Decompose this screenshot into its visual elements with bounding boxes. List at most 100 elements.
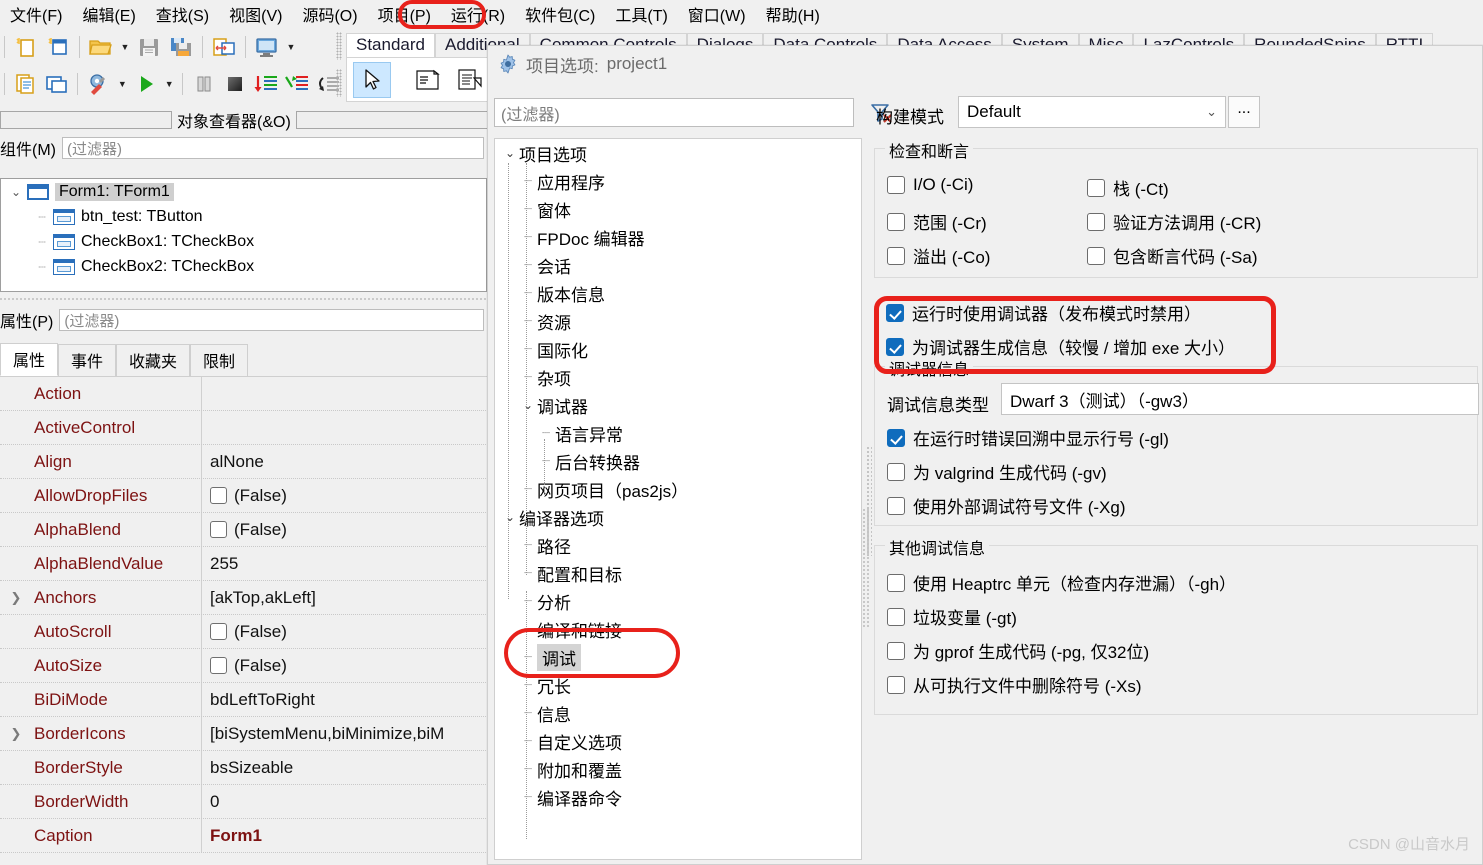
options-tree-item-config-and-target[interactable]: ┈ 配置和目标 <box>495 559 861 587</box>
checkbox[interactable] <box>887 246 905 265</box>
property-value[interactable]: (False) <box>202 656 490 676</box>
properties-filter-input[interactable]: (过滤器) <box>59 309 484 331</box>
components-filter-input[interactable]: (过滤器) <box>62 137 484 159</box>
chevron-down-icon[interactable]: ⌄ <box>1206 104 1217 120</box>
checkbox[interactable] <box>887 176 905 194</box>
checkbox[interactable] <box>887 462 905 481</box>
check-strip-symbols[interactable]: 从可执行文件中删除符号 (-Xs) <box>887 672 1142 697</box>
run-dropdown-icon[interactable]: ▼ <box>162 70 176 98</box>
view-forms-icon[interactable] <box>11 69 40 99</box>
checkbox[interactable] <box>887 428 905 447</box>
menu-item-package[interactable]: 软件包(C) <box>515 0 605 28</box>
menu-item-edit[interactable]: 编辑(E) <box>72 0 145 28</box>
pointer-icon[interactable] <box>353 62 391 98</box>
table-row[interactable]: Align alNone <box>0 445 490 479</box>
table-row[interactable]: AllowDropFiles (False) <box>0 479 490 513</box>
menu-item-window[interactable]: 窗口(W) <box>678 0 756 28</box>
options-tree-item-web-project[interactable]: ┈ 网页项目（pas2js） <box>495 475 861 503</box>
palette-tab-standard[interactable]: Standard <box>346 33 435 58</box>
checkbox[interactable] <box>887 496 905 515</box>
menu-item-search[interactable]: 查找(S) <box>146 0 219 28</box>
open-file-icon[interactable] <box>86 32 116 62</box>
options-tree-item-paths[interactable]: ┈ 路径 <box>495 531 861 559</box>
dialog-filter-input[interactable]: (过滤器) <box>494 98 854 127</box>
component-tree-item-checkbox2[interactable]: ┈ CheckBox2: TCheckBox <box>1 254 486 279</box>
options-tree-item-resources[interactable]: ┈ 资源 <box>495 307 861 335</box>
view-units-dropdown-icon[interactable]: ▼ <box>284 33 298 61</box>
checkbox[interactable] <box>887 641 905 660</box>
check-heaptrc[interactable]: 使用 Heaptrc 单元（检查内存泄漏）（-gh） <box>887 570 1236 595</box>
save-icon[interactable] <box>134 32 164 62</box>
checkbox[interactable] <box>887 675 905 694</box>
build-mode-more-button[interactable]: ... <box>1228 96 1260 128</box>
tpopupmenu-icon[interactable] <box>451 62 489 98</box>
pause-icon[interactable] <box>189 69 218 99</box>
options-tree-item-parsing[interactable]: ┈ 分析 <box>495 587 861 615</box>
options-tree-item-i18n[interactable]: ┈ 国际化 <box>495 335 861 363</box>
check-stack[interactable]: 栈 (-Ct) <box>1087 175 1169 200</box>
property-value[interactable]: 0 <box>202 792 490 812</box>
property-value[interactable]: bdLeftToRight <box>202 690 490 710</box>
options-tree-item-verbosity[interactable]: ┈ 冗长 <box>495 671 861 699</box>
property-checkbox[interactable] <box>210 487 227 504</box>
options-tree-item-debugging[interactable]: ┈ 调试 <box>495 643 861 671</box>
new-unit-icon[interactable] <box>11 32 41 62</box>
tmainmenu-icon[interactable] <box>409 62 447 98</box>
options-tree-item-compiler-commands[interactable]: ┈ 编译器命令 <box>495 783 861 811</box>
check-overflow[interactable]: 溢出 (-Co) <box>887 243 990 268</box>
options-tree-item-project-options[interactable]: ⌄ 项目选项 <box>495 139 861 167</box>
checkbox[interactable] <box>1087 212 1105 231</box>
options-tree-item-backend-converter[interactable]: ┈ 后台转换器 <box>495 447 861 475</box>
component-tree-item-form1[interactable]: ⌄ Form1: TForm1 <box>1 179 486 204</box>
check-use-debugger-at-runtime[interactable]: 运行时使用调试器（发布模式时禁用） <box>886 300 1201 325</box>
options-tree-item-custom-options[interactable]: ┈ 自定义选项 <box>495 727 861 755</box>
table-row[interactable]: BorderWidth 0 <box>0 785 490 819</box>
options-tree-item-application[interactable]: ┈ 应用程序 <box>495 167 861 195</box>
table-row[interactable]: Action <box>0 377 490 411</box>
save-all-icon[interactable] <box>166 32 196 62</box>
run-icon[interactable] <box>131 69 160 99</box>
table-row[interactable]: BorderStyle bsSizeable <box>0 751 490 785</box>
check-io[interactable]: I/O (-Ci) <box>887 175 973 195</box>
table-row[interactable]: ActiveControl <box>0 411 490 445</box>
check-show-line-numbers[interactable]: 在运行时错误回溯中显示行号 (-gl) <box>887 425 1169 450</box>
property-value[interactable]: (False) <box>202 520 490 540</box>
options-tree-item-fpdoc-editor[interactable]: ┈ FPDoc 编辑器 <box>495 223 861 251</box>
tab-favorites[interactable]: 收藏夹 <box>116 344 191 376</box>
toolbar-grip-2[interactable] <box>336 69 342 97</box>
property-value[interactable]: [biSystemMenu,biMinimize,biM <box>202 724 490 744</box>
view-units-icon[interactable] <box>252 32 282 62</box>
chevron-down-icon[interactable]: ⌄ <box>5 185 27 199</box>
table-row[interactable]: ❯ Anchors [akTop,akLeft] <box>0 581 490 615</box>
options-tree-item-compiler-options[interactable]: ⌄ 编译器选项 <box>495 503 861 531</box>
options-tree-item-debugger[interactable]: ⌄ 调试器 <box>495 391 861 419</box>
property-value[interactable]: Form1 <box>202 826 490 846</box>
options-tree-item-compilation-and-linking[interactable]: ┈ 编译和链接 <box>495 615 861 643</box>
row-expander-chevron-right-icon[interactable]: ❯ <box>0 726 32 742</box>
table-row[interactable]: AutoScroll (False) <box>0 615 490 649</box>
pane-scroll-grip[interactable] <box>862 508 869 628</box>
check-include-assertions[interactable]: 包含断言代码 (-Sa) <box>1087 243 1258 268</box>
table-row[interactable]: BiDiMode bdLeftToRight <box>0 683 490 717</box>
menu-item-file[interactable]: 文件(F) <box>0 0 72 28</box>
open-dropdown-icon[interactable]: ▼ <box>118 33 132 61</box>
checkbox[interactable] <box>1087 246 1105 265</box>
chevron-down-icon[interactable]: ⌄ <box>501 510 519 524</box>
property-value[interactable]: 255 <box>202 554 490 574</box>
new-window-icon[interactable] <box>42 69 71 99</box>
table-row[interactable]: AutoSize (False) <box>0 649 490 683</box>
options-tree-item-misc[interactable]: ┈ 杂项 <box>495 363 861 391</box>
build-dropdown-icon[interactable]: ▼ <box>116 70 130 98</box>
chevron-down-icon[interactable]: ⌄ <box>519 398 537 412</box>
menu-item-view[interactable]: 视图(V) <box>219 0 292 28</box>
menu-item-tools[interactable]: 工具(T) <box>605 0 677 28</box>
row-expander-chevron-right-icon[interactable]: ❯ <box>0 590 32 606</box>
property-value[interactable]: alNone <box>202 452 490 472</box>
property-value[interactable]: (False) <box>202 486 490 506</box>
tab-properties[interactable]: 属性 <box>0 343 59 376</box>
component-tree-item-btn-test[interactable]: ┈ btn_test: TButton <box>1 204 486 229</box>
options-tree[interactable]: ⌄ 项目选项 ┈ 应用程序 ┈ 窗体 ┈ FPDoc 编辑器 ┈ 会话 ┈ 版本… <box>494 138 862 860</box>
options-tree-item-messages[interactable]: ┈ 信息 <box>495 699 861 727</box>
property-value[interactable]: bsSizeable <box>202 758 490 778</box>
checkbox[interactable] <box>887 607 905 626</box>
